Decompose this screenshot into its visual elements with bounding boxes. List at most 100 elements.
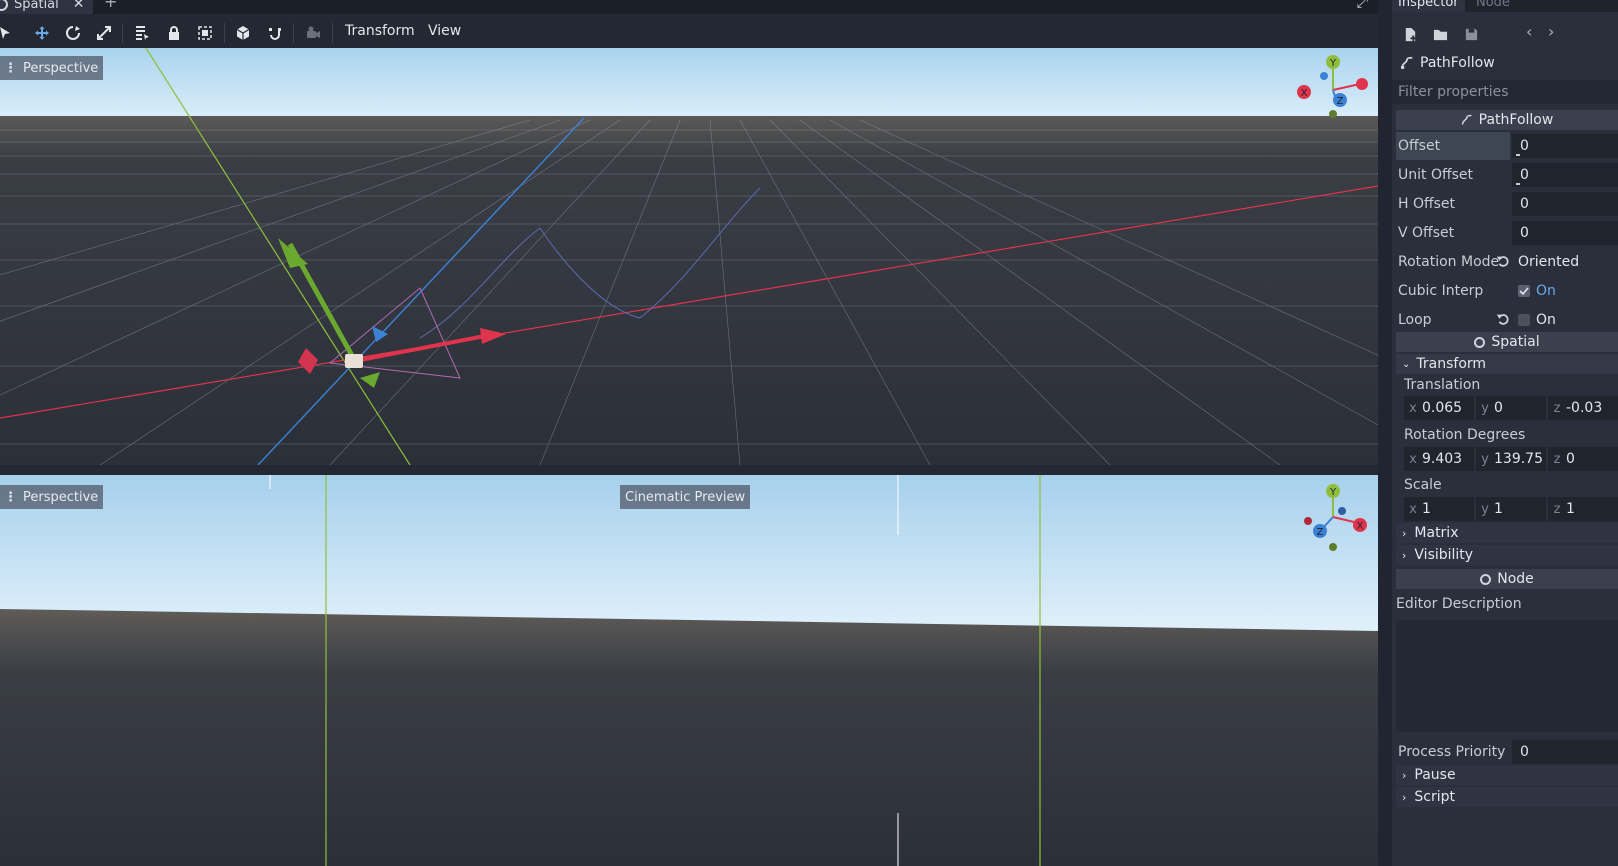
- field-value: -0.03: [1566, 400, 1603, 416]
- group-title: Script: [1414, 789, 1456, 805]
- save-icon[interactable]: [1461, 24, 1481, 44]
- list-select-icon[interactable]: [131, 22, 153, 44]
- transform-menu[interactable]: Transform: [345, 23, 415, 39]
- v-offset-field[interactable]: 0: [1512, 221, 1618, 245]
- history-forward-icon[interactable]: ›: [1548, 22, 1554, 41]
- group-visibility[interactable]: › Visibility: [1396, 545, 1618, 565]
- loop-checkbox[interactable]: On: [1512, 308, 1618, 332]
- axis-label: z: [1553, 400, 1561, 416]
- rotation-x-field[interactable]: x 9.403: [1404, 447, 1474, 471]
- path-follow-icon: [1461, 114, 1472, 125]
- field-value: 0: [1520, 225, 1529, 241]
- scale-x-field[interactable]: x1: [1404, 497, 1474, 521]
- field-value: 1: [1566, 501, 1575, 517]
- close-tab-icon[interactable]: ✕: [73, 0, 85, 12]
- prop-h-offset: H Offset 0: [1396, 190, 1618, 218]
- group-script[interactable]: › Script: [1396, 787, 1618, 807]
- perspective-menu-bottom[interactable]: ⋮ Perspective: [0, 485, 104, 509]
- editor-description-textarea[interactable]: [1396, 620, 1618, 732]
- object-selector[interactable]: PathFollow: [1400, 52, 1495, 74]
- prop-offset: Offset 0: [1396, 132, 1618, 160]
- translation-z-field[interactable]: z -0.03: [1548, 396, 1618, 420]
- slider-grabber: [1516, 154, 1520, 156]
- cubic-interp-checkbox[interactable]: On: [1512, 279, 1618, 303]
- chevron-right-icon: ›: [1402, 548, 1407, 562]
- node-icon: [1480, 573, 1492, 585]
- toolbar-separator: [224, 23, 225, 43]
- rotation-mode-dropdown[interactable]: Oriented: [1512, 250, 1618, 274]
- gizmo-z-label: Z: [1317, 527, 1324, 538]
- toolbar-separator: [332, 23, 333, 43]
- viewport-splitter[interactable]: [0, 465, 1378, 475]
- h-offset-field[interactable]: 0: [1512, 192, 1618, 216]
- viewport-top[interactable]: ⋮ Perspective Y X Z: [0, 48, 1378, 465]
- scale-tool-icon[interactable]: [93, 22, 115, 44]
- dock-splitter[interactable]: [1378, 0, 1392, 866]
- prop-label: V Offset: [1398, 225, 1455, 241]
- prop-label: H Offset: [1398, 196, 1456, 212]
- local-space-icon[interactable]: [232, 22, 254, 44]
- checkbox-label: On: [1536, 283, 1556, 299]
- viewport-bottom[interactable]: ⋮ Perspective Cinematic Preview Y X Z: [0, 475, 1378, 866]
- tab-inspector[interactable]: Inspector: [1392, 0, 1465, 12]
- inspector-dock: Inspector Node ‹ › PathFollow Filter pro…: [1392, 0, 1618, 866]
- new-resource-icon[interactable]: [1400, 24, 1420, 44]
- field-value: 9.403: [1422, 451, 1463, 467]
- prop-label: Loop: [1398, 312, 1432, 328]
- field-value: 0: [1520, 167, 1529, 183]
- translation-vector: x 0.065 y0 z -0.03: [1404, 396, 1618, 420]
- scene-tab-spatial[interactable]: Spatial ✕: [0, 0, 93, 14]
- translation-x-field[interactable]: x 0.065: [1404, 396, 1474, 420]
- lock-icon[interactable]: [163, 22, 185, 44]
- group-matrix[interactable]: › Matrix: [1396, 523, 1618, 543]
- tab-node[interactable]: Node: [1470, 0, 1516, 12]
- perspective-label: Perspective: [23, 489, 99, 505]
- prop-label: Offset: [1396, 132, 1510, 160]
- slider-grabber: [1516, 183, 1520, 185]
- revert-icon[interactable]: [1496, 254, 1510, 268]
- scene-tab-label: Spatial: [14, 0, 59, 12]
- scale-z-field[interactable]: z1: [1548, 497, 1618, 521]
- scale-vector: x1 y1 z1: [1404, 497, 1618, 521]
- gizmo-x-label: X: [1301, 88, 1308, 99]
- section-pathfollow: PathFollow: [1396, 110, 1618, 130]
- prop-label: Cubic Interp: [1398, 283, 1484, 299]
- add-scene-tab-button[interactable]: +: [104, 0, 117, 11]
- rotation-y-field[interactable]: y 139.75: [1476, 447, 1546, 471]
- filter-properties-input[interactable]: Filter properties: [1392, 80, 1618, 104]
- view-menu[interactable]: View: [428, 23, 461, 39]
- axis-label: x: [1409, 451, 1417, 467]
- distraction-free-icon[interactable]: ⤢: [1357, 0, 1368, 11]
- group-pause[interactable]: › Pause: [1396, 765, 1618, 785]
- translation-y-field[interactable]: y0: [1476, 396, 1546, 420]
- move-tool-icon[interactable]: [31, 22, 53, 44]
- unit-offset-field[interactable]: 0: [1512, 163, 1618, 187]
- rotation-z-field[interactable]: z0: [1548, 447, 1618, 471]
- editor-description-label: Editor Description: [1396, 596, 1522, 612]
- scale-y-field[interactable]: y1: [1476, 497, 1546, 521]
- axis-label: x: [1409, 400, 1417, 416]
- rotate-tool-icon[interactable]: [62, 22, 84, 44]
- perspective-menu-top[interactable]: ⋮ Perspective: [0, 56, 104, 80]
- field-value: 139.75: [1494, 451, 1543, 467]
- perspective-label: Perspective: [23, 60, 99, 76]
- select-tool-icon[interactable]: [0, 22, 16, 44]
- group-transform[interactable]: ⌄ Transform: [1396, 354, 1618, 374]
- snap-icon[interactable]: [264, 22, 286, 44]
- orientation-gizmo-bottom[interactable]: Y X Z: [1288, 481, 1378, 553]
- axis-label: z: [1553, 501, 1561, 517]
- gizmo-x-label: X: [1357, 521, 1364, 532]
- inspector-tab-bar: Inspector Node: [1392, 0, 1618, 12]
- prop-label: Process Priority: [1398, 744, 1506, 760]
- process-priority-spinbox[interactable]: 0: [1512, 740, 1618, 764]
- axis-label: x: [1409, 501, 1417, 517]
- group-icon[interactable]: [194, 22, 216, 44]
- offset-field[interactable]: 0: [1512, 134, 1618, 158]
- camera-override-icon[interactable]: [302, 22, 324, 44]
- revert-icon[interactable]: [1496, 312, 1510, 326]
- axis-label: y: [1481, 400, 1489, 416]
- translation-label: Translation: [1404, 377, 1481, 393]
- open-folder-icon[interactable]: [1430, 24, 1450, 44]
- history-back-icon[interactable]: ‹: [1526, 22, 1532, 41]
- orientation-gizmo-top[interactable]: Y X Z: [1288, 54, 1378, 126]
